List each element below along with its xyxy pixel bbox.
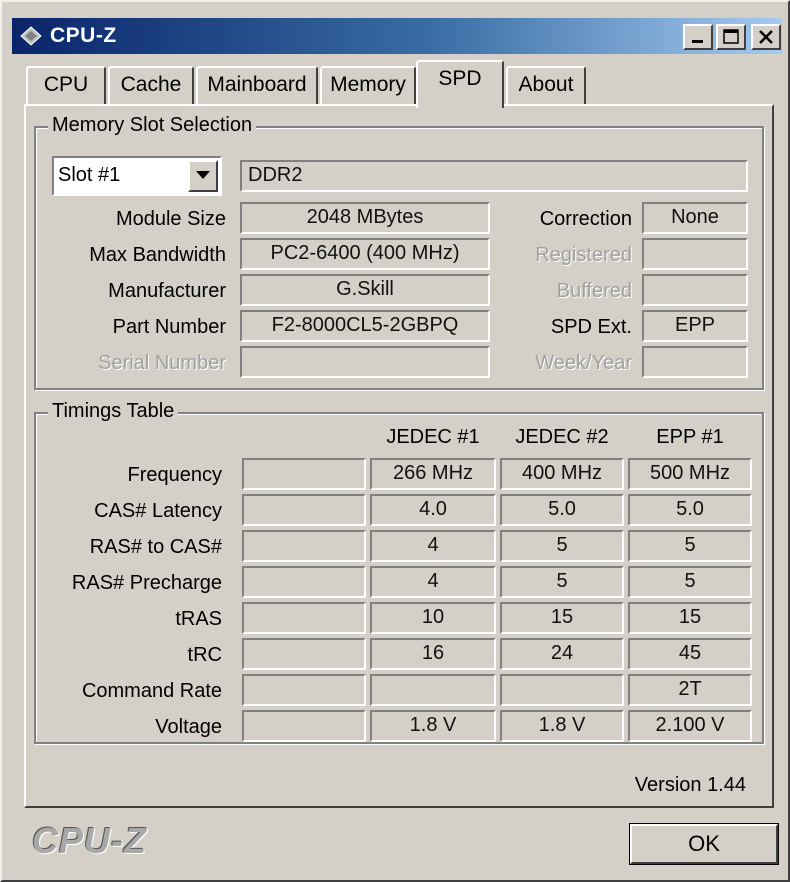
timing-cell [242,710,366,742]
timings-group-title: Timings Table [48,400,179,423]
timing-cell [242,638,366,670]
timing-cell: 45 [628,638,752,670]
timing-cell: 500 MHz [628,458,752,490]
timing-cell [242,566,366,598]
manufacturer-field: G.Skill [240,274,490,306]
buffered-label: Buffered [556,280,632,302]
max-bandwidth-label: Max Bandwidth [89,244,226,266]
correction-label: Correction [539,208,632,230]
memory-slot-group-title: Memory Slot Selection [48,114,257,137]
minimize-icon [692,40,703,43]
module-size-field: 2048 MBytes [240,202,490,234]
timing-row-label: tRAS [175,608,222,630]
timing-cell: 5 [500,530,624,562]
cpuz-window: CPU-Z CPU Cache Mainboard Memory SPD Abo… [0,0,790,882]
window-title: CPU-Z [50,24,117,47]
timing-column-header: JEDEC #1 [386,426,480,448]
tab-label: CPU [43,73,89,96]
buffered-field [642,274,748,306]
timing-cell [500,674,624,706]
spd-panel: Memory Slot Selection Slot #1 DDR2 Modul… [24,104,774,808]
timing-row-label: Voltage [155,716,222,738]
timing-row-label: RAS# Precharge [71,572,222,594]
timings-group: Timings Table JEDEC #1 JEDEC #2 EPP #1 Freq… [34,400,764,744]
tab-about[interactable]: About [506,66,586,104]
slot-dropdown-button[interactable] [188,160,218,192]
memory-type-field: DDR2 [240,160,748,192]
cpu-diamond-icon [20,26,42,46]
timing-cell: 266 MHz [370,458,496,490]
timing-cell: 5 [628,530,752,562]
tab-label: About [518,73,574,96]
timing-cell: 1.8 V [370,710,496,742]
correction-field: None [642,202,748,234]
close-button[interactable] [751,24,781,50]
registered-label: Registered [535,244,632,266]
max-bandwidth-field: PC2-6400 (400 MHz) [240,238,490,270]
timing-cell [242,530,366,562]
registered-field [642,238,748,270]
manufacturer-label: Manufacturer [108,280,226,302]
close-icon [759,30,773,44]
timing-cell [242,602,366,634]
timing-cell: 2.100 V [628,710,752,742]
tab-spd[interactable]: SPD [416,60,504,108]
title-bar[interactable]: CPU-Z [12,18,782,54]
timing-cell: 1.8 V [500,710,624,742]
timing-column-header: JEDEC #2 [515,426,609,448]
timing-cell: 5.0 [628,494,752,526]
tab-label: Cache [120,73,182,96]
cpuz-logo: CPU-Z [32,820,147,861]
tab-label: SPD [438,67,482,90]
serial-number-label: Serial Number [98,352,226,374]
timing-row-label: Command Rate [81,680,222,702]
timing-cell [370,674,496,706]
timing-cell: 24 [500,638,624,670]
part-number-field: F2-8000CL5-2GBPQ [240,310,490,342]
memory-slot-group: Memory Slot Selection Slot #1 DDR2 Modul… [34,114,764,390]
tab-label: Mainboard [207,73,307,96]
timing-cell [242,494,366,526]
week-year-field [642,346,748,378]
timing-cell: 10 [370,602,496,634]
slot-select[interactable]: Slot #1 [52,156,222,196]
timing-column-header: EPP #1 [656,426,724,448]
timing-cell: 5.0 [500,494,624,526]
timing-cell: 2T [628,674,752,706]
timing-cell: 4 [370,530,496,562]
chevron-down-icon [196,171,210,179]
timing-cell: 15 [500,602,624,634]
version-label: Version 1.44 [634,774,746,796]
tab-label: Memory [330,73,406,96]
timing-cell: 16 [370,638,496,670]
timing-row-label: RAS# to CAS# [89,536,222,558]
timing-cell: 15 [628,602,752,634]
tab-cpu[interactable]: CPU [26,66,106,104]
minimize-button[interactable] [683,24,713,50]
timing-cell [242,458,366,490]
timing-row-label: Frequency [127,464,223,486]
maximize-button[interactable] [716,24,746,50]
tab-mainboard[interactable]: Mainboard [196,66,318,104]
ok-button[interactable]: OK [629,823,779,865]
timing-cell [242,674,366,706]
tab-cache[interactable]: Cache [108,66,194,104]
slot-selected-value: Slot #1 [58,164,121,186]
week-year-label: Week/Year [535,352,632,374]
maximize-icon [723,29,739,44]
timing-cell: 5 [628,566,752,598]
module-size-label: Module Size [115,208,226,230]
spd-ext-field: EPP [642,310,748,342]
tab-memory[interactable]: Memory [320,66,416,104]
spd-ext-label: SPD Ext. [550,316,632,338]
serial-number-field [240,346,490,378]
timing-row-label: tRC [187,644,222,666]
timing-cell: 400 MHz [500,458,624,490]
timing-row-label: CAS# Latency [94,500,222,522]
timing-cell: 5 [500,566,624,598]
timing-cell: 4 [370,566,496,598]
part-number-label: Part Number [112,316,226,338]
timing-cell: 4.0 [370,494,496,526]
